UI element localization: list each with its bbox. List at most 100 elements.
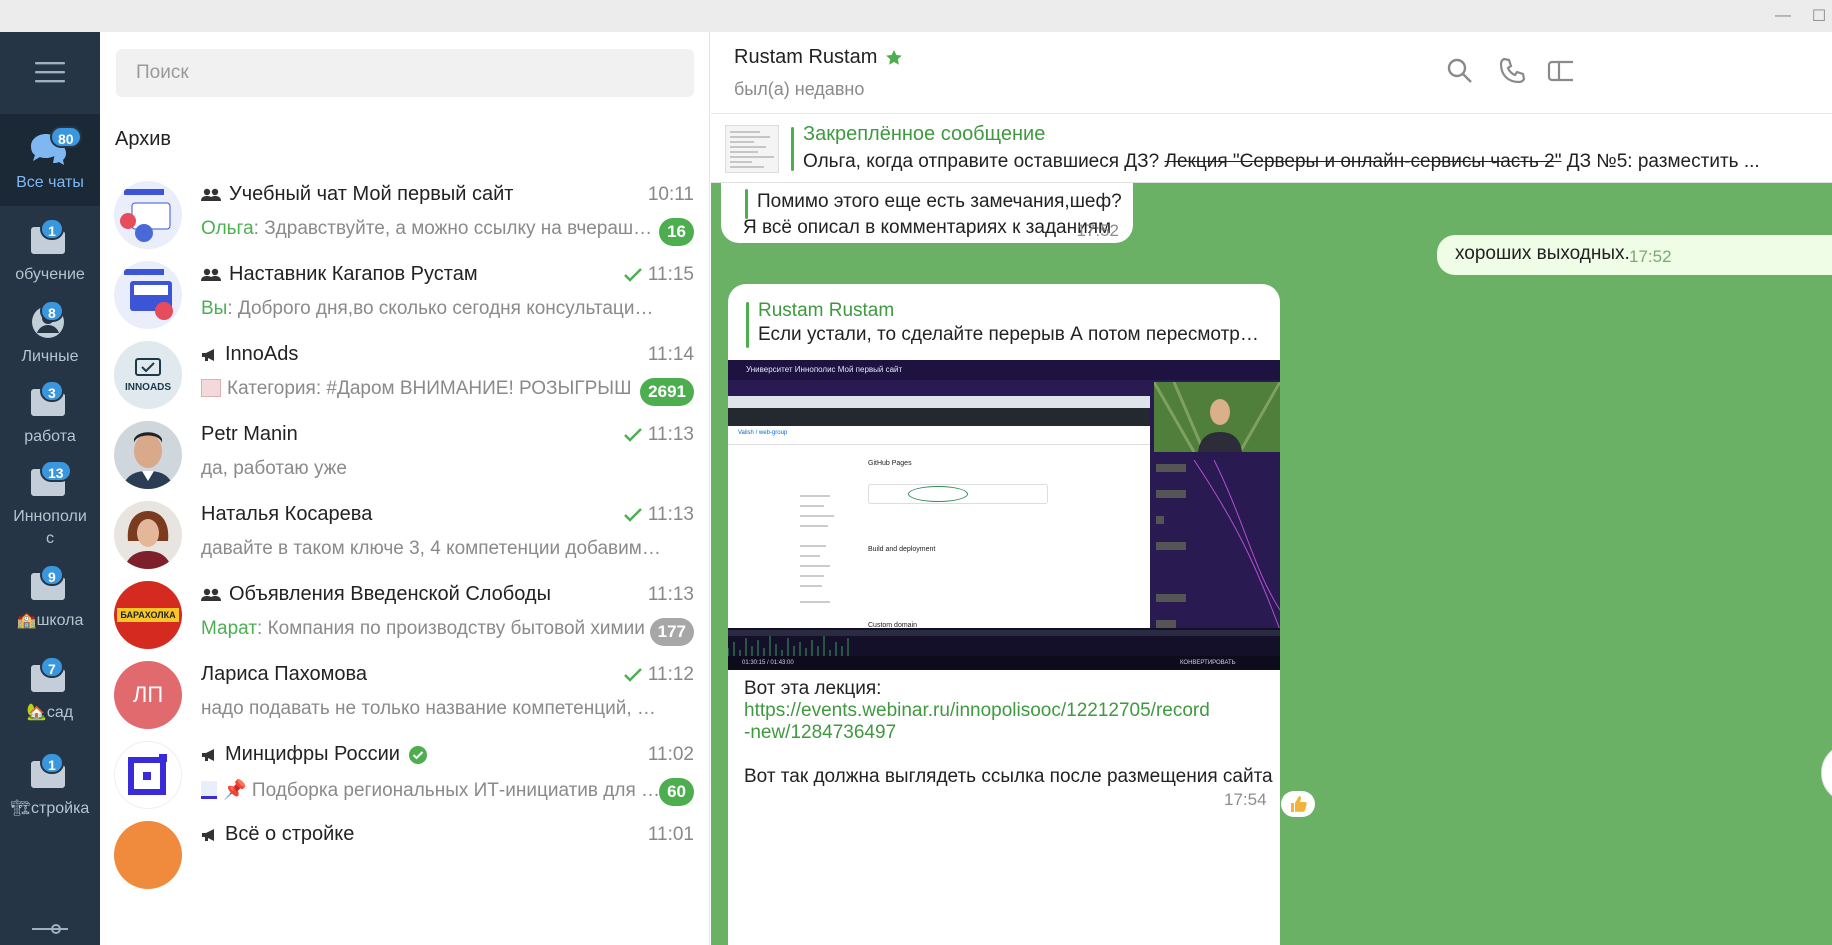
folder-badge: 1 [40,218,64,240]
folder-label: Личные [21,348,79,365]
menu-button[interactable] [0,52,100,92]
folder-label: Все чаты [16,174,84,191]
peer-name[interactable]: Rustam Rustam [734,46,903,69]
folder-label: работа [24,428,76,445]
chat-title: Наталья Косарева [201,503,372,526]
chat-avatar: INNOADS [114,341,182,409]
chat-avatar [114,821,182,889]
chat-title: Всё о стройке [201,823,354,846]
search-icon[interactable] [1445,56,1475,86]
pinned-text-strike: Лекция "Серверы и онлайн-сервисы часть 2… [1164,151,1562,172]
verified-icon [408,745,427,764]
photo-gh-pages: GitHub Pages [868,460,912,467]
folder-personal[interactable]: 8 Личные [0,288,100,380]
photo-participants [1154,459,1280,631]
preview-sep: : [257,618,268,639]
chat-title: Наставник Кагапов Рустам [201,263,478,286]
message-bubble[interactable]: Помимо этого еще есть замечания,шеф? Я в… [721,183,1133,243]
chat-preview: давайте в таком ключе 3, 4 компетенции д… [201,538,661,560]
folder-obuchenie[interactable]: 1 обучение [0,206,100,298]
folder-all-chats[interactable]: 80 Все чаты [0,114,100,206]
folder-school[interactable]: 9 🏫школа [0,552,100,644]
chat-preview: Вы: Доброго дня,во сколько сегодня консу… [201,298,661,320]
folder-construction[interactable]: 1 🏗стройка [0,740,100,832]
photo-gh-repo: Valish / web-group [738,430,788,436]
check-icon [624,668,642,682]
message-link[interactable]: https://events.webinar.ru/innopolisooc/1… [744,700,1214,744]
group-icon [201,268,221,281]
chat-title: Лариса Пахомова [201,663,367,686]
chat-title-text: Petr Manin [201,423,298,445]
peer-name-text: Rustam Rustam [734,46,878,68]
chat-time-text: 11:13 [647,424,694,445]
folder-badge: 9 [40,564,64,586]
chat-preview: 📌 Подборка региональных ИТ-инициатив для… [201,778,661,802]
pinned-thumbnail [725,125,779,173]
pinned-text-tail: ДЗ №5: разместить ... [1561,151,1760,172]
message-text-line1: Вот эта лекция: [744,678,882,699]
chat-time: 11:12 [624,664,694,686]
message-time: 17:52 [1629,247,1672,266]
pinned-text: Ольга, когда отправите оставшиеся ДЗ? Ле… [803,151,1823,173]
message-bubble[interactable]: Rustam Rustam Если устали, то сделайте п… [728,284,1280,945]
message-photo[interactable]: Университет Иннополис Мой первый сайт Va… [728,360,1280,670]
folder-badge: 1 [40,752,64,774]
pinned-message-bar[interactable]: Закреплённое сообщение Ольга, когда отпр… [711,115,1832,183]
chat-avatar [114,741,182,809]
search-input[interactable] [116,49,694,97]
folder-garden[interactable]: 7 🏡сад [0,644,100,736]
folder-label: 🏡сад [26,704,74,721]
preview-text: давайте в таком ключе 3, 4 компетенции д… [201,538,661,559]
maximize-button[interactable]: ☐ [1806,0,1832,32]
scroll-down-button[interactable] [1821,743,1832,803]
photo-github-nav [728,408,1150,426]
chat-title: Объявления Введенской Слободы [201,583,551,606]
unread-badge: 177 [649,618,694,646]
phone-icon[interactable] [1497,56,1527,86]
chat-time: 11:02 [647,744,694,765]
chat-title-text: Объявления Введенской Слободы [229,583,551,605]
chat-time: 11:14 [647,344,694,365]
pinned-accent-bar [791,127,794,171]
minimize-button[interactable]: — [1760,0,1806,32]
reaction-button[interactable] [1281,791,1315,817]
chat-title-text: Наталья Косарева [201,503,373,525]
preview-sender: Вы [201,298,228,319]
photo-annotation-circle [908,486,968,502]
folder-innopolis[interactable]: 13 Иннополи с [0,448,100,548]
chat-time: 11:13 [647,584,694,605]
preview-thumb [201,379,221,397]
reply-accent-bar [745,189,748,219]
photo-divider [728,444,1150,445]
preview-text: надо подавать не только название компете… [201,698,661,719]
reply-preview-text: Если устали, то сделайте перерыв А потом… [758,324,1268,345]
unread-badge: 16 [659,218,694,246]
folder-label-line2: с [46,530,54,547]
chat-item[interactable]: Всё о стройке 11:01 [100,808,709,901]
folder-rail: 80 Все чаты 1 обучение 8 Личные 3 работа… [0,32,100,945]
preview-thumb [201,781,217,799]
chat-time: 11:13 [624,424,694,446]
chat-preview: да, работаю уже [201,458,661,480]
pinned-text-plain: Ольга, когда отправите оставшиеся ДЗ? [803,151,1165,172]
preview-sender: Марат [201,618,258,639]
message-text: хороших выходных. [1455,243,1630,264]
archive-header[interactable]: Архив [115,128,171,151]
preview-text: да, работаю уже [201,458,347,479]
chat-avatar [114,181,182,249]
chat-preview: Категория: #Даром ВНИМАНИЕ! РОЗЫГРЫШ [201,378,661,400]
search-box[interactable] [116,49,694,97]
folder-label: обучение [15,266,85,283]
folder-badge: 8 [40,300,64,322]
message-time: 17:52 [1076,221,1119,240]
preview-text: 📌 Подборка региональных ИТ-инициатив для… [223,780,661,801]
folder-label: 🏗стройка [10,800,90,817]
message-bubble-outgoing[interactable]: хороших выходных. 17:52 [1437,235,1832,275]
folder-rabota[interactable]: 3 работа [0,368,100,460]
folder-badge: 3 [40,380,64,402]
megaphone-icon [202,348,214,361]
thumbs-up-icon [1291,796,1307,812]
settings-sliders-icon[interactable] [30,922,70,942]
avatar-initials: ЛП [132,682,164,707]
sidebar-toggle-icon[interactable] [1547,56,1581,86]
